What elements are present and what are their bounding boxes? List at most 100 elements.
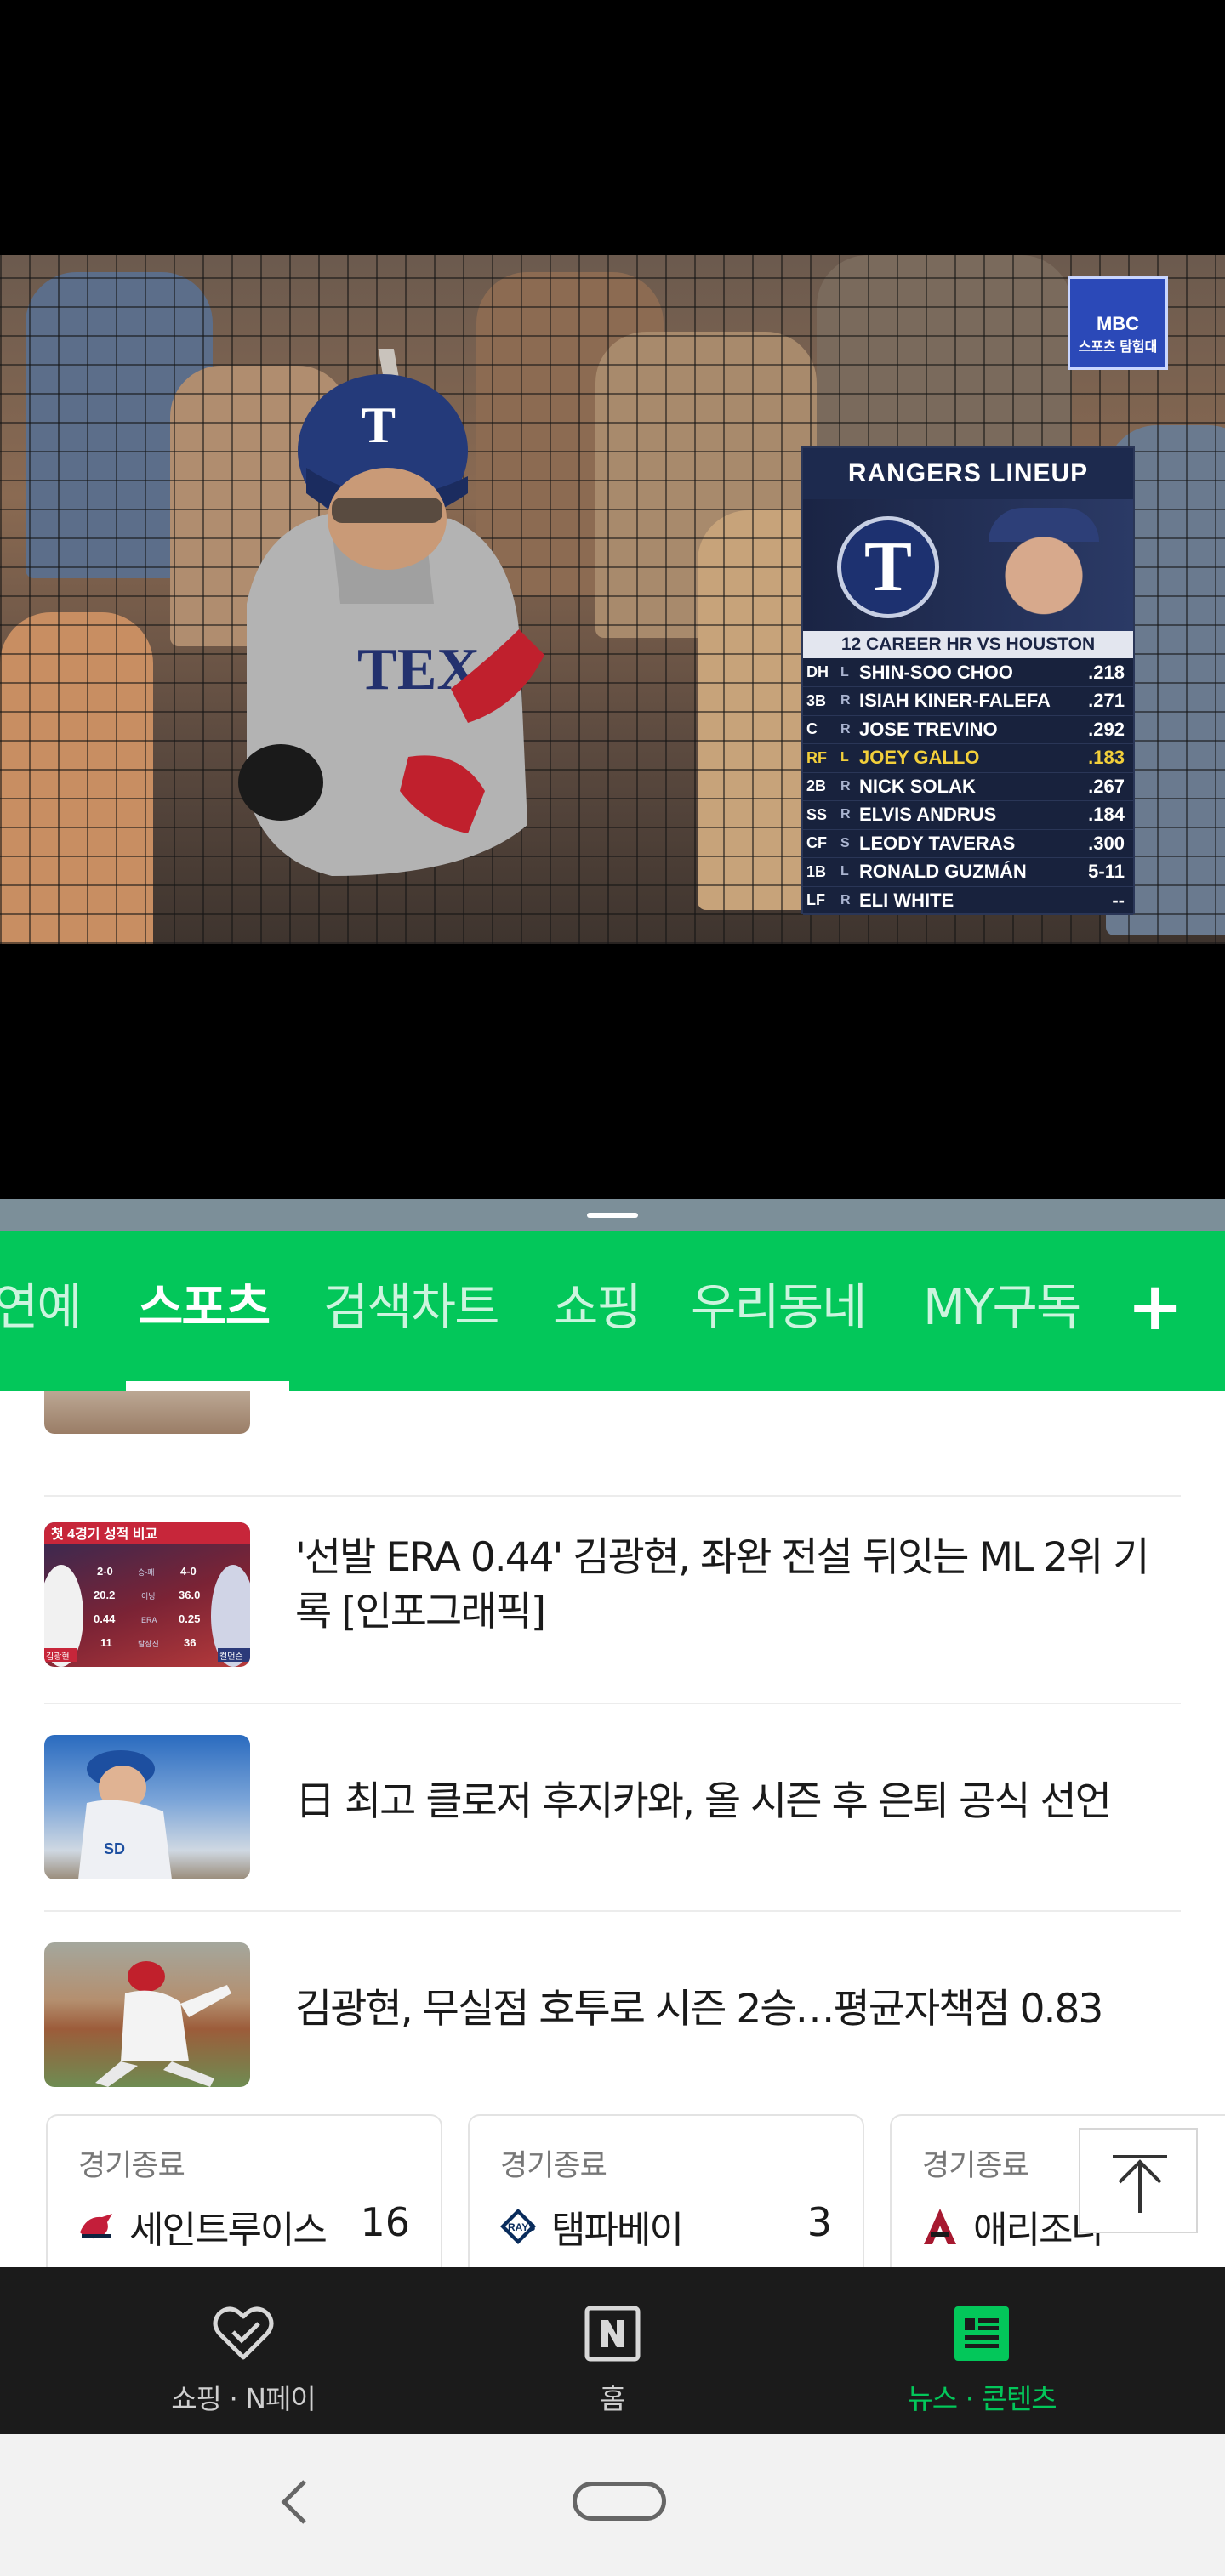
news-thumbnail: SD [44, 1735, 250, 1879]
lineup-row: C R JOSE TREVINO .292 [803, 715, 1133, 744]
home-pill-button[interactable] [573, 2482, 666, 2521]
video-frame[interactable]: TEXA T MBC 스포츠 탐험대 RANGERS LINEUP T 12 C… [0, 255, 1225, 944]
rays-logo-icon: RAYS [500, 2209, 536, 2244]
lineup-player-name: ISIAH KINER-FALEFA [856, 686, 1074, 716]
news-feed[interactable]: 첫 4경기 성적 비교 2-0 20.2 0.44 11 4-0 36.0 0.… [0, 1391, 1225, 2267]
batter-figure: TEXA T [238, 349, 544, 876]
lineup-hand: L [837, 857, 856, 887]
lineup-player-name: SHIN-SOO CHOO [856, 658, 1074, 687]
infographic-thumbnail: 첫 4경기 성적 비교 2-0 20.2 0.44 11 4-0 36.0 0.… [44, 1522, 250, 1667]
lineup-hand: L [837, 658, 856, 687]
lineup-hand: R [837, 715, 856, 744]
lineup-position: C [803, 715, 837, 744]
lineup-hand: R [837, 772, 856, 801]
pitcher-photo [95, 1961, 231, 2087]
lineup-stat: -- [1074, 886, 1133, 915]
lineup-stat: .218 [1074, 658, 1133, 687]
thumb-tag-left: 김광현 [46, 1652, 70, 1662]
naver-n-icon [584, 2306, 641, 2362]
thumb-left-0: 2-0 [97, 1565, 113, 1578]
thumb-right-0: 4-0 [180, 1565, 197, 1578]
news-headline[interactable]: 김광현, 무실점 호투로 시즌 2승…평균자책점 0.83 [295, 1982, 1180, 2037]
lineup-position: DH [803, 658, 837, 687]
news-thumbnail [44, 1391, 250, 1434]
lineup-stat: 5-11 [1074, 857, 1133, 887]
category-tab-bar: 연예 스포츠 검색차트 쇼핑 우리동네 MY구독 + [0, 1231, 1225, 1391]
game-status: 경기종료 [500, 2149, 607, 2183]
team-name: 탬파베이 [551, 2209, 684, 2252]
video-player[interactable]: TEXA T MBC 스포츠 탐험대 RANGERS LINEUP T 12 C… [0, 0, 1225, 1199]
news-item[interactable]: SD 日 최고 클로저 후지카와, 올 시즌 후 은퇴 공식 선언 [44, 1704, 1181, 1912]
lineup-table: DH L SHIN-SOO CHOO .218 3B R ISIAH KINER-FALEF… [803, 658, 1133, 915]
lineup-header: T [803, 499, 1133, 631]
news-headline[interactable]: 日 최고 클로저 후지카와, 올 시즌 후 은퇴 공식 선언 [295, 1775, 1180, 1829]
lineup-player-name: ELVIS ANDRUS [856, 800, 1074, 830]
news-headline[interactable]: '선발 ERA 0.44' 김광현, 좌완 전설 뒤잇는 ML 2위 기록 [인… [295, 1531, 1180, 1640]
news-item[interactable]: 첫 4경기 성적 비교 2-0 20.2 0.44 11 4-0 36.0 0.… [44, 1497, 1181, 1704]
lineup-title: RANGERS LINEUP [803, 448, 1133, 499]
nav-shopping-npay[interactable]: 쇼핑 · N페이 [116, 2267, 371, 2434]
thumb-left-3: 11 [100, 1636, 112, 1649]
lineup-stat: .184 [1074, 800, 1133, 830]
broadcaster-badge-line1: MBC [1096, 313, 1140, 334]
score-card[interactable]: 경기종료 RAYS 탬파베이 3 [468, 2114, 864, 2267]
lineup-position: 1B [803, 857, 837, 887]
lineup-position: RF [803, 743, 837, 773]
lineup-row: 2B R NICK SOLAK .267 [803, 772, 1133, 801]
lineup-row: LF R ELI WHITE -- [803, 886, 1133, 915]
team-name: 세인트루이스 [129, 2209, 328, 2252]
lineup-row: SS R ELVIS ANDRUS .184 [803, 800, 1133, 830]
broadcaster-badge-line2: 스포츠 탐험대 [1078, 340, 1158, 355]
diamondbacks-logo-icon [924, 2209, 956, 2244]
nav-label: 뉴스 · 콘텐츠 [907, 2382, 1057, 2415]
system-navigation-bar [0, 2434, 1225, 2576]
tab-my-subscription[interactable]: MY구독 [923, 1231, 1081, 1391]
pitcher-photo: SD [78, 1750, 172, 1879]
lineup-row: 1B L RONALD GUZMÁN 5-11 [803, 857, 1133, 887]
team-score: 3 [806, 2199, 832, 2245]
nav-news-contents[interactable]: 뉴스 · 콘텐츠 [854, 2267, 1109, 2434]
lineup-subtitle: 12 CAREER HR VS HOUSTON [803, 631, 1133, 658]
nav-label: 쇼핑 · N페이 [171, 2382, 316, 2415]
rangers-logo: T [837, 516, 939, 618]
drag-handle[interactable] [587, 1213, 638, 1218]
tab-sports[interactable]: 스포츠 [138, 1231, 271, 1391]
news-item[interactable]: 김광현, 무실점 호투로 시즌 2승…평균자책점 0.83 [44, 1912, 1181, 2119]
lineup-position: LF [803, 886, 837, 915]
split-screen-divider[interactable] [0, 1199, 1225, 1231]
thumb-mid-3: 탈삼진 [138, 1640, 159, 1648]
thumb-left-2: 0.44 [94, 1612, 116, 1625]
add-tab-button[interactable]: + [1127, 1231, 1182, 1391]
lineup-row: CF S LEODY TAVERAS .300 [803, 829, 1133, 858]
game-status: 경기종료 [78, 2149, 185, 2183]
thumb-right-2: 0.25 [179, 1612, 200, 1625]
tab-entertainment[interactable]: 연예 [0, 1231, 83, 1391]
thumb-mid-0: 승-패 [138, 1568, 155, 1577]
svg-text:RAYS: RAYS [508, 2221, 535, 2233]
lineup-graphic: RANGERS LINEUP T 12 CAREER HR VS HOUSTON… [801, 446, 1135, 915]
back-icon[interactable] [269, 2468, 320, 2536]
active-tab-indicator [126, 1381, 289, 1391]
tab-neighborhood[interactable]: 우리동네 [691, 1231, 867, 1391]
lineup-stat: .271 [1074, 686, 1133, 716]
lineup-player-name: LEODY TAVERAS [856, 829, 1074, 858]
tab-shopping[interactable]: 쇼핑 [553, 1231, 642, 1391]
scroll-to-top-button[interactable] [1079, 2128, 1198, 2233]
svg-text:SD: SD [104, 1840, 125, 1857]
broadcaster-badge: MBC 스포츠 탐험대 [1068, 276, 1168, 370]
nav-home[interactable]: 홈 [485, 2267, 740, 2434]
tab-search-chart[interactable]: 검색차트 [323, 1231, 499, 1391]
lineup-stat: .267 [1074, 772, 1133, 801]
news-thumbnail [44, 1942, 250, 2087]
lineup-position: CF [803, 829, 837, 858]
nav-label: 홈 [600, 2382, 625, 2415]
score-card[interactable]: 경기종료 세인트루이스 16 [46, 2114, 442, 2267]
lineup-position: 2B [803, 772, 837, 801]
lineup-stat: .300 [1074, 829, 1133, 858]
lineup-stat: .183 [1074, 743, 1133, 773]
lineup-hand: R [837, 800, 856, 830]
cardinals-logo-icon [80, 2214, 112, 2239]
lineup-row: DH L SHIN-SOO CHOO .218 [803, 658, 1133, 687]
svg-text:T: T [362, 397, 396, 453]
news-item-partial[interactable] [44, 1391, 1181, 1497]
